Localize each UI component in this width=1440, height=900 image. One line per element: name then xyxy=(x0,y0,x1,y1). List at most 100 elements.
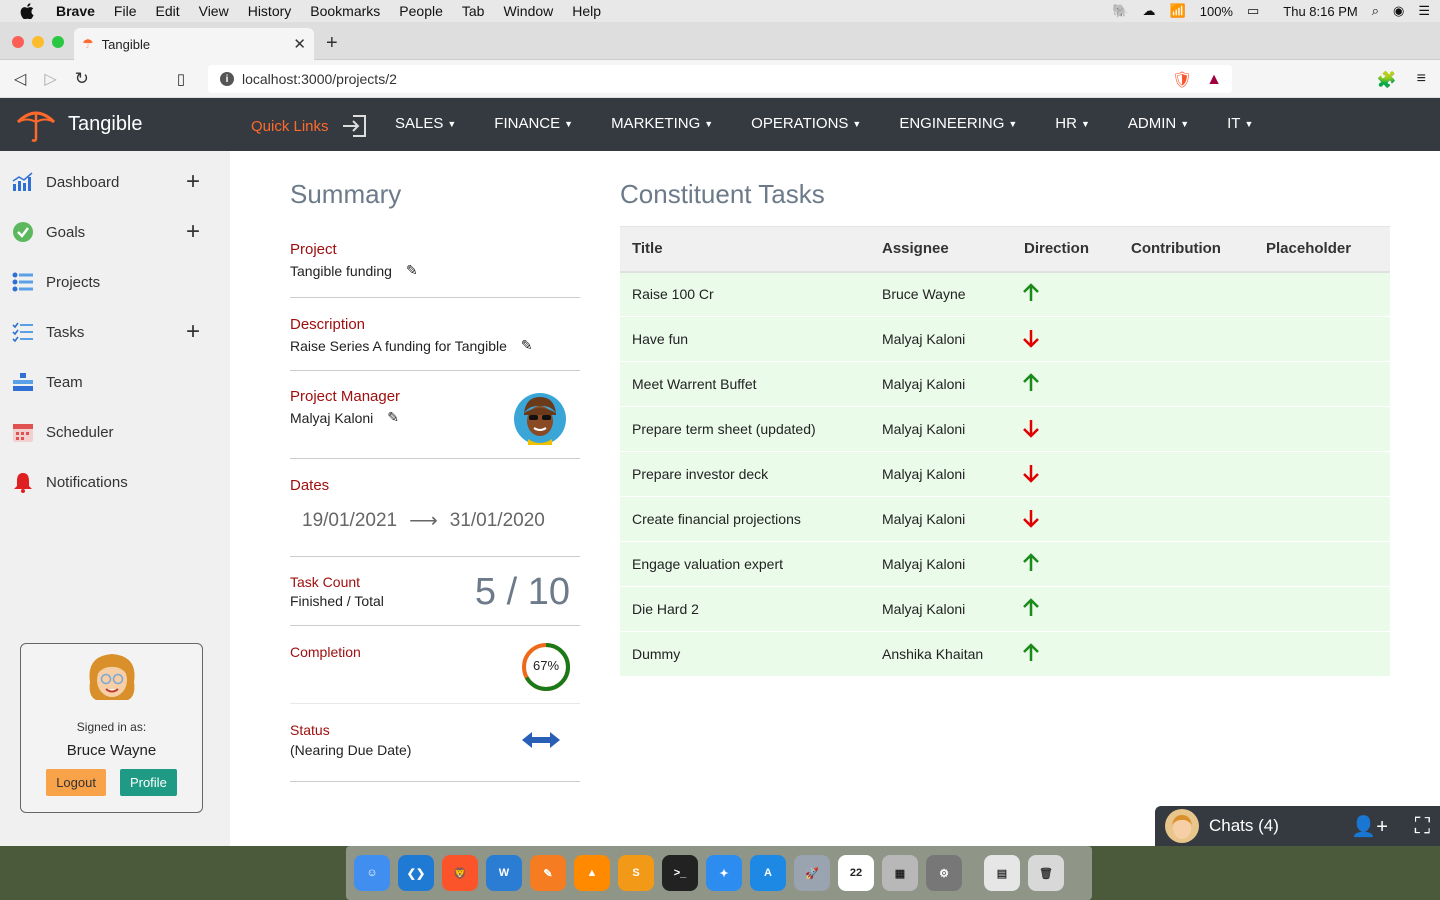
safari-icon[interactable]: ✦ xyxy=(706,855,742,891)
reload-icon[interactable]: ↻ xyxy=(75,69,89,89)
add-task-icon[interactable]: + xyxy=(186,320,200,344)
new-tab-icon[interactable]: + xyxy=(326,32,338,55)
add-goal-icon[interactable]: + xyxy=(186,220,200,244)
cloud-icon[interactable]: ☁ xyxy=(1143,3,1156,19)
apple-icon[interactable] xyxy=(20,3,36,19)
nav-admin[interactable]: ADMIN ▼ xyxy=(1128,115,1189,132)
bookmark-icon[interactable]: ▯ xyxy=(177,70,185,88)
spotlight-icon[interactable]: ⌕ xyxy=(1372,3,1379,19)
menu-tab[interactable]: Tab xyxy=(462,3,485,19)
extensions-icon[interactable]: 🧩 xyxy=(1377,70,1397,90)
word-icon[interactable]: W xyxy=(486,855,522,891)
menu-history[interactable]: History xyxy=(248,3,292,19)
sidebar-item-notifications[interactable]: Notifications xyxy=(12,471,212,493)
task-title[interactable]: Die Hard 2 xyxy=(620,586,870,632)
notification-center-icon[interactable]: ☰ xyxy=(1418,3,1430,19)
menu-view[interactable]: View xyxy=(199,3,229,19)
app-store-icon[interactable]: A xyxy=(750,855,786,891)
table-row[interactable]: Prepare term sheet (updated) Malyaj Kalon… xyxy=(620,406,1390,452)
wifi-icon[interactable]: 📶 xyxy=(1170,3,1186,19)
table-row[interactable]: Die Hard 2 Malyaj Kaloni xyxy=(620,586,1390,632)
table-row[interactable]: Have fun Malyaj Kaloni xyxy=(620,316,1390,362)
table-row[interactable]: Meet Warrent Buffet Malyaj Kaloni xyxy=(620,361,1390,407)
menu-window[interactable]: Window xyxy=(503,3,553,19)
table-row[interactable]: Dummy Anshika Khaitan xyxy=(620,631,1390,677)
menu-app-name[interactable]: Brave xyxy=(56,3,95,19)
menu-file[interactable]: File xyxy=(114,3,137,19)
system-preferences-icon[interactable]: ⚙ xyxy=(926,855,962,891)
calculator-icon[interactable]: ▦ xyxy=(882,855,918,891)
clock[interactable]: Thu 8:16 PM xyxy=(1283,4,1357,19)
sublime-icon[interactable]: S xyxy=(618,855,654,891)
sign-in-icon[interactable] xyxy=(341,114,367,138)
menu-people[interactable]: People xyxy=(399,3,443,19)
terminal-icon[interactable]: >_ xyxy=(662,855,698,891)
nav-operations[interactable]: OPERATIONS ▼ xyxy=(751,115,861,132)
table-row[interactable]: Prepare investor deck Malyaj Kaloni xyxy=(620,451,1390,497)
brave-rewards-icon[interactable]: ▲ xyxy=(1206,71,1222,89)
col-assignee[interactable]: Assignee xyxy=(870,227,1012,272)
launchpad-icon[interactable]: 🚀 xyxy=(794,855,830,891)
brave-shield-icon[interactable]: 🛡 xyxy=(1172,70,1192,90)
col-direction[interactable]: Direction xyxy=(1012,227,1119,272)
address-bar[interactable]: i localhost:3000/projects/2 🛡 ▲ xyxy=(208,65,1232,93)
task-title[interactable]: Create financial projections xyxy=(620,496,870,542)
menu-edit[interactable]: Edit xyxy=(155,3,179,19)
forward-icon[interactable]: ▷ xyxy=(44,69,56,89)
menu-help[interactable]: Help xyxy=(572,3,601,19)
fullscreen-icon[interactable]: ⛶ xyxy=(1415,813,1430,839)
battery-icon[interactable]: ▭ xyxy=(1247,3,1259,19)
nav-engineering[interactable]: ENGINEERING ▼ xyxy=(899,115,1017,132)
minimize-window-button[interactable] xyxy=(32,36,44,48)
edit-pencil-icon[interactable]: ✎ xyxy=(406,262,418,279)
task-title[interactable]: Have fun xyxy=(620,316,870,362)
finder-icon[interactable]: ☺ xyxy=(354,855,390,891)
pen-app-icon[interactable]: ✎ xyxy=(530,855,566,891)
sidebar-item-scheduler[interactable]: Scheduler xyxy=(12,421,212,443)
task-title[interactable]: Meet Warrent Buffet xyxy=(620,361,870,407)
vlc-icon[interactable]: ▲ xyxy=(574,855,610,891)
task-title[interactable]: Raise 100 Cr xyxy=(620,271,870,317)
brave-icon[interactable]: 🦁 xyxy=(442,855,478,891)
col-contribution[interactable]: Contribution xyxy=(1119,227,1254,272)
table-row[interactable]: Engage valuation expert Malyaj Kaloni xyxy=(620,541,1390,587)
add-dashboard-icon[interactable]: + xyxy=(186,170,200,194)
col-placeholder[interactable]: Placeholder xyxy=(1254,227,1390,272)
sidebar-item-tasks[interactable]: Tasks + xyxy=(12,320,212,344)
vscode-icon[interactable]: ❮❯ xyxy=(398,855,434,891)
sidebar-item-projects[interactable]: Projects xyxy=(12,271,212,293)
nav-finance[interactable]: FINANCE ▼ xyxy=(494,115,573,132)
sidebar-item-team[interactable]: Team xyxy=(12,371,212,393)
avatar[interactable] xyxy=(84,648,140,708)
browser-tab[interactable]: ☂ Tangible ✕ xyxy=(74,28,314,60)
edit-pencil-icon[interactable]: ✎ xyxy=(387,409,399,426)
back-icon[interactable]: ◁ xyxy=(14,69,26,89)
manager-avatar[interactable] xyxy=(514,393,566,445)
task-title[interactable]: Engage valuation expert xyxy=(620,541,870,587)
chats-widget[interactable]: Chats (4) 👤+ ⛶ xyxy=(1155,806,1440,846)
close-tab-icon[interactable]: ✕ xyxy=(293,35,306,53)
task-title[interactable]: Prepare investor deck xyxy=(620,451,870,497)
siri-icon[interactable]: ◉ xyxy=(1393,3,1404,19)
task-title[interactable]: Prepare term sheet (updated) xyxy=(620,406,870,452)
calendar-app-icon[interactable]: 22 xyxy=(838,855,874,891)
brand[interactable]: Tangible xyxy=(16,108,143,142)
nav-it[interactable]: IT ▼ xyxy=(1227,115,1253,132)
edit-pencil-icon[interactable]: ✎ xyxy=(521,337,533,354)
nav-marketing[interactable]: MARKETING ▼ xyxy=(611,115,713,132)
table-row[interactable]: Raise 100 Cr Bruce Wayne xyxy=(620,271,1390,317)
sidebar-item-dashboard[interactable]: Dashboard + xyxy=(12,170,212,194)
trash-icon[interactable]: 🗑 xyxy=(1028,855,1064,891)
documents-folder-icon[interactable]: ▤ xyxy=(984,855,1020,891)
info-icon[interactable]: i xyxy=(220,72,234,86)
sidebar-item-goals[interactable]: Goals + xyxy=(12,220,212,244)
browser-menu-icon[interactable]: ≡ xyxy=(1417,70,1426,90)
elephant-icon[interactable]: 🐘 xyxy=(1112,3,1128,19)
nav-sales[interactable]: SALES ▼ xyxy=(395,115,456,132)
nav-hr[interactable]: HR ▼ xyxy=(1055,115,1090,132)
table-row[interactable]: Create financial projections Malyaj Kalon… xyxy=(620,496,1390,542)
close-window-button[interactable] xyxy=(12,36,24,48)
url-text[interactable]: localhost:3000/projects/2 xyxy=(242,71,397,87)
profile-button[interactable]: Profile xyxy=(119,769,177,796)
zoom-window-button[interactable] xyxy=(52,36,64,48)
